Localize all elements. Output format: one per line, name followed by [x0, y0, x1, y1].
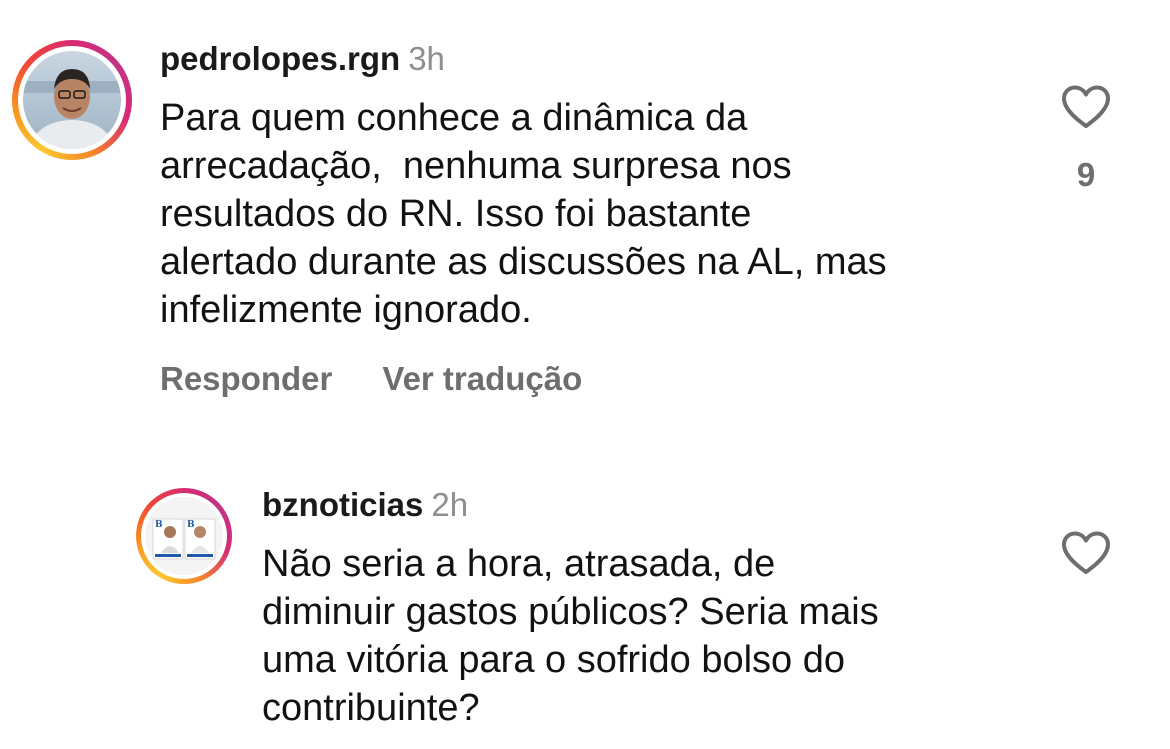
- comment-text-line: diminuir gastos públicos? Seria mais: [262, 591, 879, 633]
- comment-text-line: arrecadação, nenhuma surpresa nos: [160, 145, 792, 187]
- comment-actions: Responder Ver tradução: [160, 360, 582, 398]
- see-translation-button[interactable]: Ver tradução: [382, 360, 582, 397]
- like-count: 9: [1076, 156, 1096, 193]
- reply-button[interactable]: Responder: [160, 360, 332, 397]
- svg-text:B: B: [155, 520, 163, 530]
- comment-username[interactable]: pedrolopes.rgn 3h: [160, 40, 445, 78]
- comment-text-line: contribuinte?: [262, 687, 480, 729]
- heart-outline-icon[interactable]: [1060, 530, 1112, 576]
- comment-text-line: alertado durante as discussões na AL, ma…: [160, 241, 887, 283]
- comment-text-line: uma vitória para o sofrido bolso do: [262, 639, 845, 681]
- avatar-story-ring[interactable]: [12, 40, 132, 160]
- comment-username[interactable]: bznoticias 2h: [262, 486, 468, 524]
- avatar: [23, 51, 121, 149]
- avatar-story-ring[interactable]: B B: [136, 488, 232, 584]
- comment-item: pedrolopes.rgn 3h Para quem conhece a din…: [0, 0, 1170, 420]
- heart-outline-icon[interactable]: [1060, 84, 1112, 130]
- avatar: B B: [145, 497, 223, 575]
- comment-timestamp: 3h: [408, 40, 445, 77]
- comment-text: Não seria a hora, atrasada, de diminuir …: [262, 540, 1042, 732]
- svg-text:B: B: [187, 520, 195, 530]
- comment-timestamp: 2h: [431, 486, 469, 523]
- comment-item: B B bznoticias 2h Não seria a hora, atras…: [0, 470, 1170, 749]
- comment-text-line: resultados do RN. Isso foi bastante: [160, 193, 752, 235]
- comment-text-line: Não seria a hora, atrasada, de: [262, 543, 776, 585]
- comment-text-line: Para quem conhece a dinâmica da: [160, 97, 748, 139]
- comment-text: Para quem conhece a dinâmica da arrecada…: [160, 94, 1040, 334]
- comment-text-line: infelizmente ignorado.: [160, 289, 532, 331]
